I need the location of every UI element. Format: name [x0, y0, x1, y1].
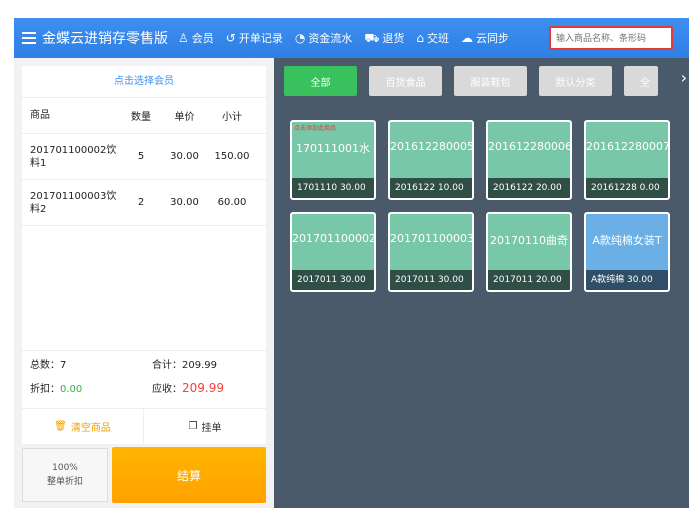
order-summary: 总数：7 合计：209.99 折扣：0.00 应收：209.99 [22, 350, 266, 399]
product-panel: 全部 百货食品 服装鞋包 默认分类 全 › 点击添加此商品 170111001水… [274, 58, 689, 508]
col-price: 单价 [174, 112, 195, 123]
checkout-button[interactable]: 结算 [112, 447, 266, 503]
tile-name: 201701100002 [292, 232, 374, 245]
nav-cloud-sync-label: 云同步 [476, 32, 510, 45]
tab-default[interactable]: 默认分类 [539, 66, 612, 96]
tile-foot: 2017011 30.00 [390, 270, 472, 290]
nav-member-label: 会员 [191, 32, 214, 45]
tile-name: 20170110曲奇 [490, 234, 568, 247]
item-subtotal: 60.00 [217, 197, 247, 208]
item-qty: 5 [137, 151, 145, 162]
tile-foot: 2017011 30.00 [292, 270, 374, 290]
tab-grocery[interactable]: 百货食品 [369, 66, 442, 96]
nav-shift-label: 交班 [427, 32, 450, 45]
product-tile[interactable]: 201612280006 2016122 20.00 [486, 120, 572, 200]
product-tile[interactable]: 201701100002 2017011 30.00 [290, 212, 376, 292]
cart-list: 点击选择会员 商品 数量 单价 小计 201701100002饮料1 5 30.… [22, 66, 266, 444]
table-row[interactable]: 201701100002饮料1 5 30.00 150.00 [22, 134, 266, 180]
app-title: 金蝶云进销存零售版 [42, 31, 168, 47]
item-name: 201701100003饮料2 [30, 190, 117, 215]
col-subtotal: 小计 [222, 112, 242, 123]
discount-label: 折扣： [30, 383, 60, 395]
item-price: 30.00 [170, 151, 199, 162]
product-tile[interactable]: 201701100003 2017011 30.00 [388, 212, 474, 292]
nav-cash-flow[interactable]: ◔ 资金流水 [295, 30, 352, 46]
item-qty: 2 [137, 197, 145, 208]
history-icon: ↺ [225, 31, 236, 45]
tile-foot: A款纯棉 30.00 [586, 270, 668, 290]
tile-foot: 20161228 0.00 [586, 178, 668, 198]
tile-foot: 2017011 20.00 [488, 270, 570, 290]
product-tile[interactable]: 201612280007 20161228 0.00 [584, 120, 670, 200]
chevron-right-icon[interactable]: › [681, 68, 687, 87]
header: 金蝶云进销存零售版 ♙ 会员 ↺ 开单记录 ◔ 资金流水 ⛟ 退货 ⌂ 交班 ☁… [14, 18, 689, 58]
tab-more[interactable]: 全 [624, 66, 658, 96]
shift-icon: ⌂ [416, 31, 425, 45]
cloud-icon: ☁ [461, 31, 474, 45]
item-price: 30.00 [170, 197, 199, 208]
tile-name: 201612280005 [390, 140, 472, 153]
item-name: 201701100002饮料1 [30, 144, 117, 169]
menu-icon[interactable] [22, 29, 36, 47]
copy-icon: ❐ [188, 421, 198, 432]
tile-name: A款纯棉女装T [592, 234, 662, 247]
tile-foot: 2016122 20.00 [488, 178, 570, 198]
table-row[interactable]: 201701100003饮料2 2 30.00 60.00 [22, 180, 266, 226]
product-tile[interactable]: 201612280005 2016122 10.00 [388, 120, 474, 200]
total-amount: 合计：209.99 [152, 359, 217, 371]
nav-order-records-label: 开单记录 [238, 32, 283, 45]
nav-shift[interactable]: ⌂ 交班 [416, 30, 449, 46]
order-discount-button[interactable]: 100% 整单折扣 [22, 448, 108, 502]
tab-all[interactable]: 全部 [284, 66, 357, 96]
tile-name: 170111001水 [296, 142, 370, 155]
tile-name: 201612280007 [586, 140, 668, 153]
product-tile[interactable]: 20170110曲奇 2017011 20.00 [486, 212, 572, 292]
tile-foot: 2016122 10.00 [390, 178, 472, 198]
col-qty: 数量 [131, 112, 151, 123]
table-header: 商品 数量 单价 小计 [22, 98, 266, 134]
search-input[interactable] [549, 26, 673, 50]
receivable-value: 209.99 [182, 380, 224, 395]
tile-name: 201612280006 [488, 140, 570, 153]
tile-name: 201701100003 [390, 232, 472, 245]
nav-return[interactable]: ⛟ 退货 [364, 30, 404, 46]
cart-panel: 点击选择会员 商品 数量 单价 小计 201701100002饮料1 5 30.… [14, 58, 274, 508]
tile-foot: 1701110 30.00 [292, 178, 374, 198]
discount-value: 0.00 [60, 383, 83, 395]
clock-icon: ◔ [294, 31, 306, 45]
cart-icon: ⛟ [364, 31, 380, 45]
product-tile[interactable]: 点击添加此商品 170111001水 1701110 30.00 [290, 120, 376, 200]
total-count: 总数：7 [30, 359, 67, 371]
nav-member[interactable]: ♙ 会员 [178, 30, 214, 46]
nav-return-label: 退货 [382, 32, 405, 45]
discount-percent: 100% [52, 463, 78, 473]
item-subtotal: 150.00 [214, 151, 250, 162]
receivable-label: 应收： [152, 383, 182, 395]
cart-actions: 🗑 清空商品 ❐ 挂单 [22, 408, 266, 444]
tab-apparel[interactable]: 服装鞋包 [454, 66, 527, 96]
product-tile[interactable]: A款纯棉女装T A款纯棉 30.00 [584, 212, 670, 292]
nav-cash-flow-label: 资金流水 [308, 32, 353, 45]
discount-text: 整单折扣 [46, 477, 83, 487]
clear-items-button[interactable]: 🗑 清空商品 [22, 409, 144, 444]
select-member-button[interactable]: 点击选择会员 [22, 66, 266, 98]
top-bar: 金蝶云进销存零售版 ♙ 会员 ↺ 开单记录 ◔ 资金流水 ⛟ 退货 ⌂ 交班 ☁… [0, 0, 700, 60]
hold-order-label: 挂单 [201, 423, 222, 434]
tile-tag: 点击添加此商品 [294, 125, 337, 132]
clear-items-label: 清空商品 [70, 423, 111, 434]
member-icon: ♙ [178, 31, 189, 45]
col-name: 商品 [30, 110, 50, 121]
hold-order-button[interactable]: ❐ 挂单 [144, 409, 266, 444]
nav-order-records[interactable]: ↺ 开单记录 [226, 30, 283, 46]
trash-icon: 🗑 [54, 421, 67, 432]
nav-cloud-sync[interactable]: ☁ 云同步 [461, 30, 509, 46]
receivable: 应收：209.99 [144, 380, 266, 395]
category-tabs: 全部 百货食品 服装鞋包 默认分类 全 [284, 66, 658, 96]
discount: 折扣：0.00 [22, 380, 144, 395]
